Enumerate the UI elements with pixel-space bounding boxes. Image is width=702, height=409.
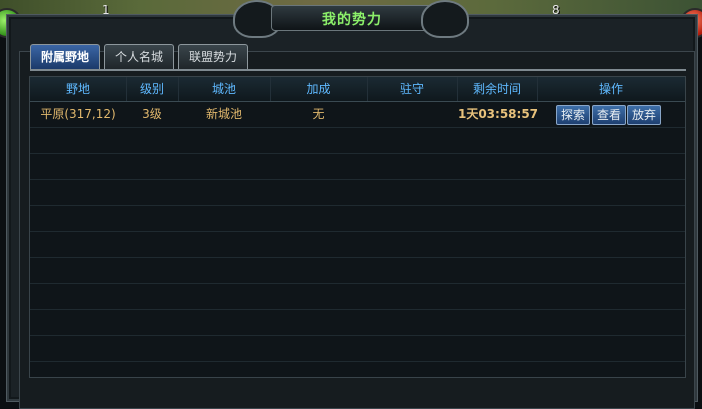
table-row-empty — [30, 309, 685, 336]
lands-table: 野地 级别 城池 加成 驻守 剩余时间 操作 平原(317,12) 3级 新城池… — [29, 76, 686, 378]
header-bonus: 加成 — [270, 77, 368, 101]
table-row-empty — [30, 231, 685, 258]
window-title: 我的势力 — [322, 12, 382, 28]
tab-affiliated-lands[interactable]: 附属野地 — [30, 44, 101, 69]
header-garrison: 驻守 — [367, 77, 458, 101]
cell-field: 平原(317,12) — [40, 107, 116, 121]
table-row: 平原(317,12) 3级 新城池 无 1天03:58:57 探索 查看 放弃 — [30, 101, 685, 128]
tab-personal-cities[interactable]: 个人名城 — [104, 44, 175, 69]
table-row-empty — [30, 335, 685, 362]
table-row-empty — [30, 257, 685, 284]
header-field: 野地 — [30, 77, 127, 101]
tab-alliance-power[interactable]: 联盟势力 — [178, 44, 249, 69]
cell-level: 3级 — [142, 107, 162, 121]
table-row-empty — [30, 153, 685, 180]
explore-button[interactable]: 探索 — [556, 105, 591, 125]
table-rows: 平原(317,12) 3级 新城池 无 1天03:58:57 探索 查看 放弃 — [30, 101, 685, 377]
table-row-empty — [30, 205, 685, 232]
tab-underline — [30, 69, 686, 71]
cell-remaining-time: 1天03:58:57 — [457, 107, 539, 121]
header-remaining-time: 剩余时间 — [457, 77, 538, 101]
view-button[interactable]: 查看 — [592, 105, 627, 125]
cell-city: 新城池 — [205, 107, 242, 121]
title-bar: 我的势力 — [233, 0, 469, 38]
cell-garrison — [367, 101, 457, 127]
header-city: 城池 — [178, 77, 271, 101]
table-header: 野地 级别 城池 加成 驻守 剩余时间 操作 — [30, 77, 685, 102]
table-row-empty — [30, 127, 685, 154]
table-row-empty — [30, 283, 685, 310]
tab-bar: 附属野地 个人名城 联盟势力 — [30, 44, 249, 69]
header-actions: 操作 — [598, 82, 623, 96]
abandon-button[interactable]: 放弃 — [627, 105, 662, 125]
header-level: 级别 — [126, 77, 179, 101]
cell-bonus: 无 — [312, 107, 325, 121]
table-row-empty — [30, 179, 685, 206]
